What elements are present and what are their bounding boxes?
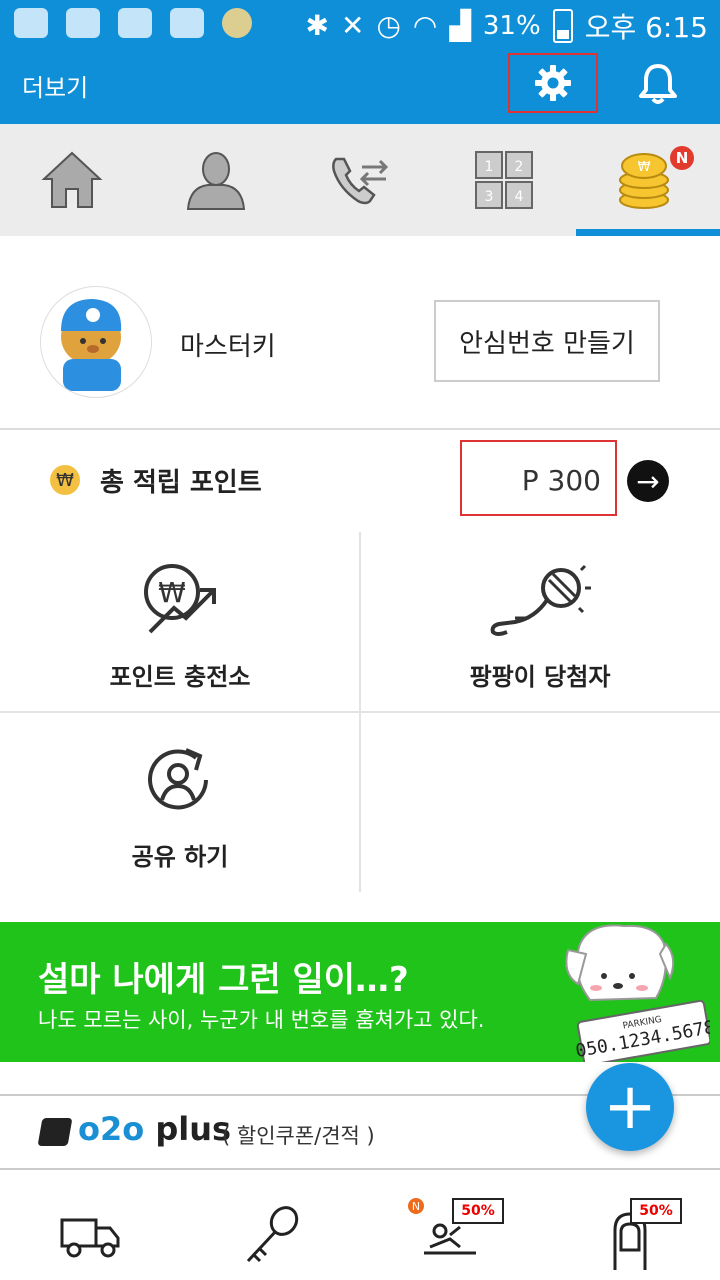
battery-percent: 31%: [482, 11, 541, 41]
promo-banner[interactable]: 설마 나에게 그런 일이…? 나도 모르는 사이, 누군가 내 번호를 훔쳐가고…: [0, 922, 720, 1062]
page-title: 더보기: [22, 74, 89, 102]
tab-calls[interactable]: [288, 124, 432, 236]
coin-stack-icon: ₩: [619, 153, 669, 209]
total-points-label: 총 적립 포인트: [100, 468, 262, 498]
share-icon: [148, 748, 208, 810]
banner-title: 설마 나에게 그런 일이…?: [38, 960, 409, 1000]
new-badge-small: N: [408, 1198, 424, 1214]
wifi-icon: ◠: [412, 9, 438, 42]
won-coin-icon: ₩: [50, 465, 80, 495]
chat-notification-icon: [14, 8, 48, 38]
coupon-50-badge: 50%: [452, 1198, 504, 1224]
profile-name: 마스터키: [180, 332, 276, 362]
status-bar: ✱ ✕ ◷ ◠ ▟ 31% 오후 6:15: [0, 0, 720, 48]
svg-text:4: 4: [515, 189, 524, 205]
tab-home[interactable]: [0, 124, 144, 236]
truck-icon: [60, 1218, 120, 1258]
svg-text:₩: ₩: [158, 576, 186, 609]
lottery-winner-icon: [490, 564, 591, 636]
settings-button[interactable]: [508, 53, 598, 113]
o2o-category-row: N 50% 50%: [0, 1190, 720, 1280]
menu-label: 포인트 충전소: [109, 663, 251, 691]
create-safe-number-button[interactable]: 안심번호 만들기: [434, 300, 660, 382]
notifications-button[interactable]: [628, 54, 688, 114]
svg-text:1: 1: [485, 159, 494, 175]
key-icon: [246, 1206, 299, 1263]
o2o-title-suffix: plus: [144, 1110, 232, 1148]
svg-text:2: 2: [515, 159, 524, 175]
svg-text:₩: ₩: [638, 160, 651, 175]
category-moving[interactable]: [30, 1190, 150, 1280]
new-badge: N: [670, 146, 694, 170]
home-icon: [41, 151, 103, 208]
coupon-50-badge-2: 50%: [630, 1198, 682, 1224]
gear-icon: [535, 65, 571, 101]
menu-label: 공유 하기: [131, 843, 229, 871]
coin-app-icon: [222, 8, 252, 38]
bell-icon: [639, 64, 677, 104]
profile-section: 마스터키 안심번호 만들기: [0, 236, 720, 430]
phone-transfer-icon: [332, 157, 389, 205]
mute-icon: ✕: [341, 9, 365, 42]
category-key[interactable]: [210, 1190, 330, 1280]
arrow-right-icon: →: [636, 464, 660, 498]
grid-divider-horizontal: [0, 711, 720, 713]
points-value: P 300: [521, 464, 601, 497]
menu-share[interactable]: 공유 하기: [0, 712, 360, 892]
tab-contacts[interactable]: [144, 124, 288, 236]
menu-lottery-winner[interactable]: 팡팡이 당첨자: [360, 532, 720, 712]
gallery-icon: [118, 8, 152, 38]
svg-text:3: 3: [485, 189, 494, 205]
grid-icon: 1 2 3 4: [475, 151, 533, 209]
battery-icon: [552, 9, 573, 43]
menu-point-charge[interactable]: ₩ 포인트 충전소: [0, 532, 360, 712]
active-tab-indicator: [576, 229, 720, 236]
status-right: ✱ ✕ ◷ ◠ ▟ 31% 오후 6:15: [306, 6, 708, 46]
points-row: ₩ 총 적립 포인트 P 300 →: [0, 430, 720, 530]
o2o-title: o2o plus: [78, 1110, 231, 1148]
bluetooth-icon: ✱: [305, 9, 329, 42]
tab-points[interactable]: ₩ N: [576, 124, 720, 236]
o2o-subtitle: ( 할인쿠폰/견적 ): [222, 1124, 375, 1148]
tag-icon: [37, 1118, 73, 1146]
app-bar: 더보기: [0, 48, 720, 124]
o2o-title-prefix: o2o: [78, 1110, 145, 1148]
alarm-icon: ◷: [376, 9, 401, 42]
character-avatar-icon: [61, 299, 122, 391]
banner-subtitle: 나도 모르는 사이, 누군가 내 번호를 훔쳐가고 있다.: [38, 1008, 485, 1032]
dog-mascot-image: PARKING 050.1234.5678: [565, 924, 710, 1062]
points-value-box: P 300: [460, 440, 617, 516]
add-fab-button[interactable]: +: [586, 1063, 674, 1151]
status-notification-icons: [14, 8, 252, 38]
point-charge-icon: ₩: [144, 564, 216, 634]
mail-icon: [170, 8, 204, 38]
menu-label: 팡팡이 당첨자: [469, 663, 611, 691]
tab-bar: 1 2 3 4 ₩ N: [0, 124, 720, 236]
avatar[interactable]: [40, 286, 152, 398]
points-detail-button[interactable]: →: [627, 460, 669, 502]
c-app-icon: [66, 8, 100, 38]
tab-grid[interactable]: 1 2 3 4: [432, 124, 576, 236]
plus-icon: +: [603, 1070, 657, 1144]
signal-icon: ▟: [449, 9, 471, 42]
status-time: 오후 6:15: [584, 11, 708, 44]
person-icon: [186, 152, 246, 210]
